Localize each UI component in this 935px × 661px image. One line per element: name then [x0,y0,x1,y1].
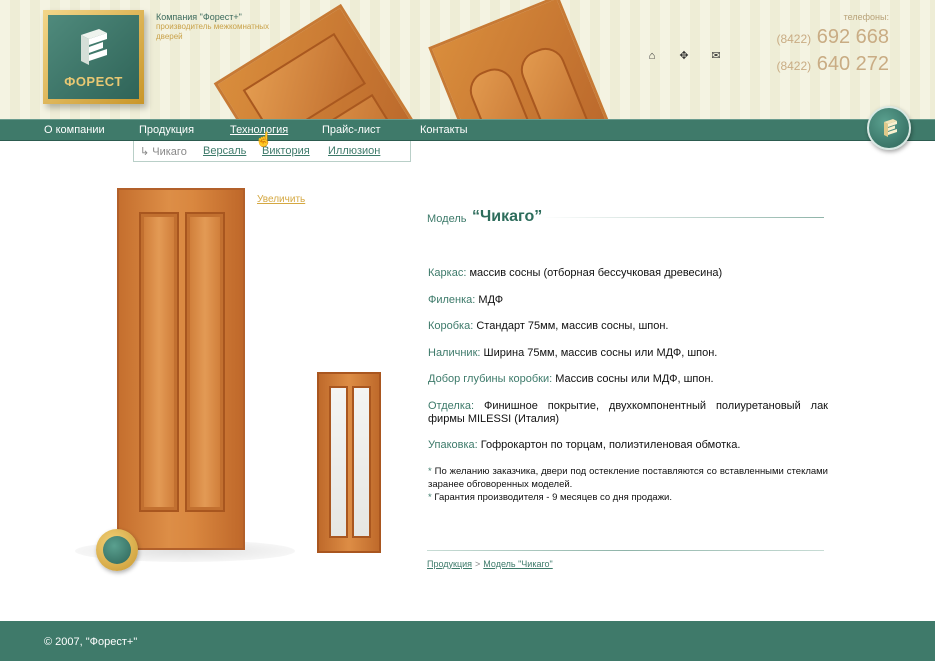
main-nav: О компании Продукция Технология Прайс-ли… [0,119,935,141]
spec-row: Добор глубины коробки: Массив сосны или … [428,373,828,386]
sitemap-icon[interactable]: ✥ [678,50,690,62]
spec-label: Филенка: [428,294,476,306]
brand-badge-icon [867,106,911,150]
spec-row: Коробка: Стандарт 75мм, массив сосны, шп… [428,320,828,333]
spec-value: Стандарт 75мм, массив сосны, шпон. [476,320,669,332]
content-divider [427,550,824,551]
phone-1-number: 692 668 [816,26,889,48]
note-text: По желанию заказчика, двери под остеклен… [428,466,828,490]
nav-item-about[interactable]: О компании [44,124,105,136]
logo[interactable]: ФОРЕСТ [43,10,144,104]
door-panel-right [185,212,225,512]
breadcrumb-link-model[interactable]: Модель "Чикаго" [483,559,552,569]
site-header: ФОРЕСТ Компания "Форест+" производитель … [0,0,935,119]
breadcrumb: Продукция > Модель "Чикаго" [427,559,553,569]
spec-value: Массив сосны или МДФ, шпон. [555,373,714,385]
phone-1: (8422) 692 668 [776,26,889,49]
note-item: * По желанию заказчика, двери под остекл… [428,466,828,490]
company-tagline: производитель межкомнатных дверей [156,22,270,41]
brand-mark-icon [884,119,897,137]
door-glass-image[interactable] [317,372,381,553]
spec-row: Каркас: массив сосны (отборная бессучков… [428,267,828,280]
note-text: Гарантия производителя - 9 месяцев со дн… [434,492,672,503]
hand-cursor-icon: ☝ [255,131,273,147]
spec-label: Добор глубины коробки: [428,373,553,385]
subnav-item-versal[interactable]: Версаль [203,145,246,157]
breadcrumb-separator: > [475,559,481,569]
phone-2-number: 640 272 [816,53,889,75]
spec-value: Ширина 75мм, массив сосны или МДФ, шпон. [483,347,718,359]
site-footer [0,621,935,661]
home-icon[interactable]: ⌂ [646,50,658,62]
spec-row: Наличник: Ширина 75мм, массив сосны или … [428,347,828,360]
top-icons: ⌂ ✥ ✉ [646,50,722,62]
subnav-item-illusion[interactable]: Иллюзион [328,145,380,157]
phone-2: (8422) 640 272 [776,53,889,76]
company-name: Компания "Форест+" [156,12,242,22]
phone-2-code: (8422) [776,59,812,73]
copyright: © 2007, "Форест+" [44,636,138,648]
spec-value: Финишное покрытие, двухкомпонентный поли… [428,400,828,425]
spec-row: Филенка: МДФ [428,294,828,307]
brand-seal-inner [103,536,131,564]
model-name: “Чикаго” [472,208,543,225]
brand-seal-icon [96,529,138,571]
door-glass-left [329,386,348,538]
nav-item-contacts[interactable]: Контакты [420,124,468,136]
logo-text: ФОРЕСТ [64,74,123,89]
spec-row: Отделка: Финишное покрытие, двухкомпонен… [428,400,828,426]
phones-label: телефоны: [843,12,889,22]
phone-1-code: (8422) [776,32,812,46]
spec-value: МДФ [478,294,504,306]
mail-icon[interactable]: ✉ [710,50,722,62]
spec-value: Гофрокартон по торцам, полиэтиленовая об… [480,439,741,451]
zoom-link[interactable]: Увеличить [257,194,305,205]
note-item: * Гарантия производителя - 9 месяцев со … [428,492,672,503]
header-door-image-2 [428,0,622,119]
nav-item-pricelist[interactable]: Прайс-лист [322,124,381,136]
door-panel-left [139,212,179,512]
spec-label: Каркас: [428,267,467,279]
spec-label: Отделка: [428,400,475,412]
model-label: Модель [427,213,467,225]
door-main-image[interactable] [117,188,245,550]
spec-value: массив сосны (отборная бессучковая древе… [469,267,723,279]
subnav-current-chicago: ↳ Чикаго [140,146,187,158]
spec-label: Упаковка: [428,439,478,451]
notes: * По желанию заказчика, двери под остекл… [428,465,828,504]
logo-mark-icon [81,29,107,65]
model-divider [540,217,824,218]
nav-item-products[interactable]: Продукция [139,124,194,136]
spec-row: Упаковка: Гофрокартон по торцам, полиэти… [428,439,828,452]
breadcrumb-link-products[interactable]: Продукция [427,559,472,569]
door-glass-right [352,386,371,538]
spec-label: Наличник: [428,347,481,359]
spec-label: Коробка: [428,320,474,332]
logo-inner: ФОРЕСТ [48,15,139,99]
